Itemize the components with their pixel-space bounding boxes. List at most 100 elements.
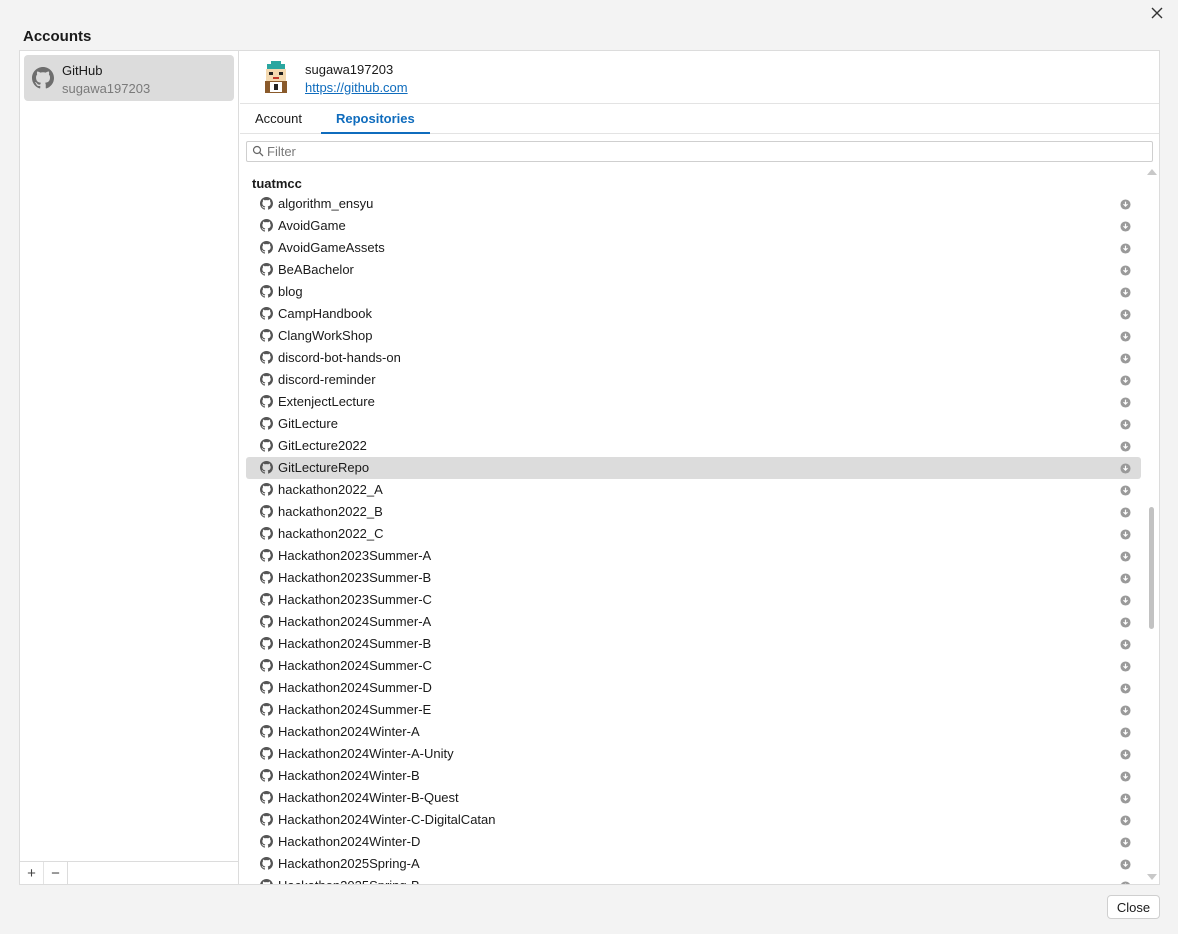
github-repo-icon — [260, 373, 273, 389]
scroll-up-arrow-icon[interactable] — [1147, 169, 1157, 175]
clone-download-icon[interactable] — [1120, 330, 1131, 345]
sidebar-toolbar: + − — [20, 861, 238, 884]
close-button[interactable]: Close — [1107, 895, 1160, 919]
clone-download-icon[interactable] — [1120, 880, 1131, 884]
github-repo-icon — [260, 417, 273, 433]
github-repo-icon — [260, 615, 273, 631]
github-repo-icon — [260, 593, 273, 609]
repo-name: CampHandbook — [278, 306, 372, 321]
repo-row[interactable]: hackathon2022_C — [246, 523, 1141, 545]
repo-row[interactable]: Hackathon2024Summer-D — [246, 677, 1141, 699]
scrollbar-thumb[interactable] — [1149, 507, 1154, 629]
clone-download-icon[interactable] — [1120, 638, 1131, 653]
clone-download-icon[interactable] — [1120, 506, 1131, 521]
clone-download-icon[interactable] — [1120, 352, 1131, 367]
repo-row[interactable]: ExtenjectLecture — [246, 391, 1141, 413]
remove-account-button[interactable]: − — [44, 862, 68, 884]
clone-download-icon[interactable] — [1120, 550, 1131, 565]
clone-download-icon[interactable] — [1120, 682, 1131, 697]
repo-row[interactable]: Hackathon2023Summer-C — [246, 589, 1141, 611]
repo-row[interactable]: Hackathon2024Winter-B-Quest — [246, 787, 1141, 809]
clone-download-icon[interactable] — [1120, 836, 1131, 851]
repo-name: ExtenjectLecture — [278, 394, 375, 409]
profile-url-link[interactable]: https://github.com — [305, 80, 408, 95]
repo-name: hackathon2022_A — [278, 482, 383, 497]
repo-name: Hackathon2023Summer-B — [278, 570, 432, 585]
repo-row[interactable]: AvoidGameAssets — [246, 237, 1141, 259]
repo-row[interactable]: Hackathon2025Spring-B — [246, 875, 1141, 884]
repo-row[interactable]: Hackathon2024Summer-A — [246, 611, 1141, 633]
repo-row[interactable]: discord-reminder — [246, 369, 1141, 391]
repository-list: algorithm_ensyu AvoidGame AvoidGameAssets B… — [246, 193, 1141, 884]
repo-row[interactable]: Hackathon2024Winter-B — [246, 765, 1141, 787]
clone-download-icon[interactable] — [1120, 396, 1131, 411]
clone-download-icon[interactable] — [1120, 814, 1131, 829]
github-repo-icon — [260, 395, 273, 411]
clone-download-icon[interactable] — [1120, 374, 1131, 389]
clone-download-icon[interactable] — [1120, 484, 1131, 499]
repo-row[interactable]: discord-bot-hands-on — [246, 347, 1141, 369]
clone-download-icon[interactable] — [1120, 242, 1131, 257]
github-repo-icon — [260, 285, 273, 301]
account-item-github[interactable]: GitHub sugawa197203 — [24, 55, 234, 101]
account-detail: sugawa197203 https://github.com Account … — [240, 51, 1159, 884]
clone-download-icon[interactable] — [1120, 616, 1131, 631]
filter-input[interactable] — [267, 142, 1137, 161]
repo-row[interactable]: Hackathon2024Winter-A-Unity — [246, 743, 1141, 765]
clone-download-icon[interactable] — [1120, 748, 1131, 763]
tab-account[interactable]: Account — [240, 104, 317, 133]
repo-name: Hackathon2024Summer-D — [278, 680, 432, 695]
repo-name: algorithm_ensyu — [278, 196, 374, 211]
repo-row[interactable]: Hackathon2024Winter-A — [246, 721, 1141, 743]
scrollbar[interactable] — [1143, 167, 1159, 884]
repo-row[interactable]: Hackathon2024Winter-D — [246, 831, 1141, 853]
repo-row[interactable]: algorithm_ensyu — [246, 193, 1141, 215]
repo-row[interactable]: GitLectureRepo — [246, 457, 1141, 479]
repo-row[interactable]: GitLecture — [246, 413, 1141, 435]
repo-row[interactable]: Hackathon2025Spring-A — [246, 853, 1141, 875]
profile-username: sugawa197203 — [305, 62, 394, 77]
repo-row[interactable]: hackathon2022_A — [246, 479, 1141, 501]
clone-download-icon[interactable] — [1120, 462, 1131, 477]
clone-download-icon[interactable] — [1120, 440, 1131, 455]
clone-download-icon[interactable] — [1120, 264, 1131, 279]
repo-row[interactable]: hackathon2022_B — [246, 501, 1141, 523]
account-provider-label: GitHub — [62, 63, 103, 78]
clone-download-icon[interactable] — [1120, 858, 1131, 873]
clone-download-icon[interactable] — [1120, 572, 1131, 587]
repo-row[interactable]: Hackathon2024Summer-E — [246, 699, 1141, 721]
repo-row[interactable]: blog — [246, 281, 1141, 303]
clone-download-icon[interactable] — [1120, 308, 1131, 323]
repo-row[interactable]: BeABachelor — [246, 259, 1141, 281]
add-account-button[interactable]: + — [20, 862, 44, 884]
tab-repositories[interactable]: Repositories — [321, 104, 430, 134]
clone-download-icon[interactable] — [1120, 726, 1131, 741]
clone-download-icon[interactable] — [1120, 594, 1131, 609]
clone-download-icon[interactable] — [1120, 286, 1131, 301]
repo-name: ClangWorkShop — [278, 328, 373, 343]
repo-row[interactable]: CampHandbook — [246, 303, 1141, 325]
repo-row[interactable]: Hackathon2024Winter-C-DigitalCatan — [246, 809, 1141, 831]
repo-row[interactable]: AvoidGame — [246, 215, 1141, 237]
clone-download-icon[interactable] — [1120, 220, 1131, 235]
clone-download-icon[interactable] — [1120, 792, 1131, 807]
clone-download-icon[interactable] — [1120, 770, 1131, 785]
repo-name: Hackathon2024Winter-A-Unity — [278, 746, 454, 761]
scroll-down-arrow-icon[interactable] — [1147, 874, 1157, 880]
repo-row[interactable]: GitLecture2022 — [246, 435, 1141, 457]
clone-download-icon[interactable] — [1120, 418, 1131, 433]
clone-download-icon[interactable] — [1120, 198, 1131, 213]
repo-name: hackathon2022_C — [278, 526, 384, 541]
repo-row[interactable]: Hackathon2023Summer-A — [246, 545, 1141, 567]
close-icon[interactable] — [1148, 4, 1166, 22]
github-repo-icon — [260, 307, 273, 323]
clone-download-icon[interactable] — [1120, 660, 1131, 675]
clone-download-icon[interactable] — [1120, 528, 1131, 543]
avatar — [262, 61, 290, 93]
repo-row[interactable]: Hackathon2024Summer-C — [246, 655, 1141, 677]
repo-row[interactable]: Hackathon2024Summer-B — [246, 633, 1141, 655]
repo-row[interactable]: ClangWorkShop — [246, 325, 1141, 347]
filter-field[interactable] — [246, 141, 1153, 162]
repo-row[interactable]: Hackathon2023Summer-B — [246, 567, 1141, 589]
clone-download-icon[interactable] — [1120, 704, 1131, 719]
